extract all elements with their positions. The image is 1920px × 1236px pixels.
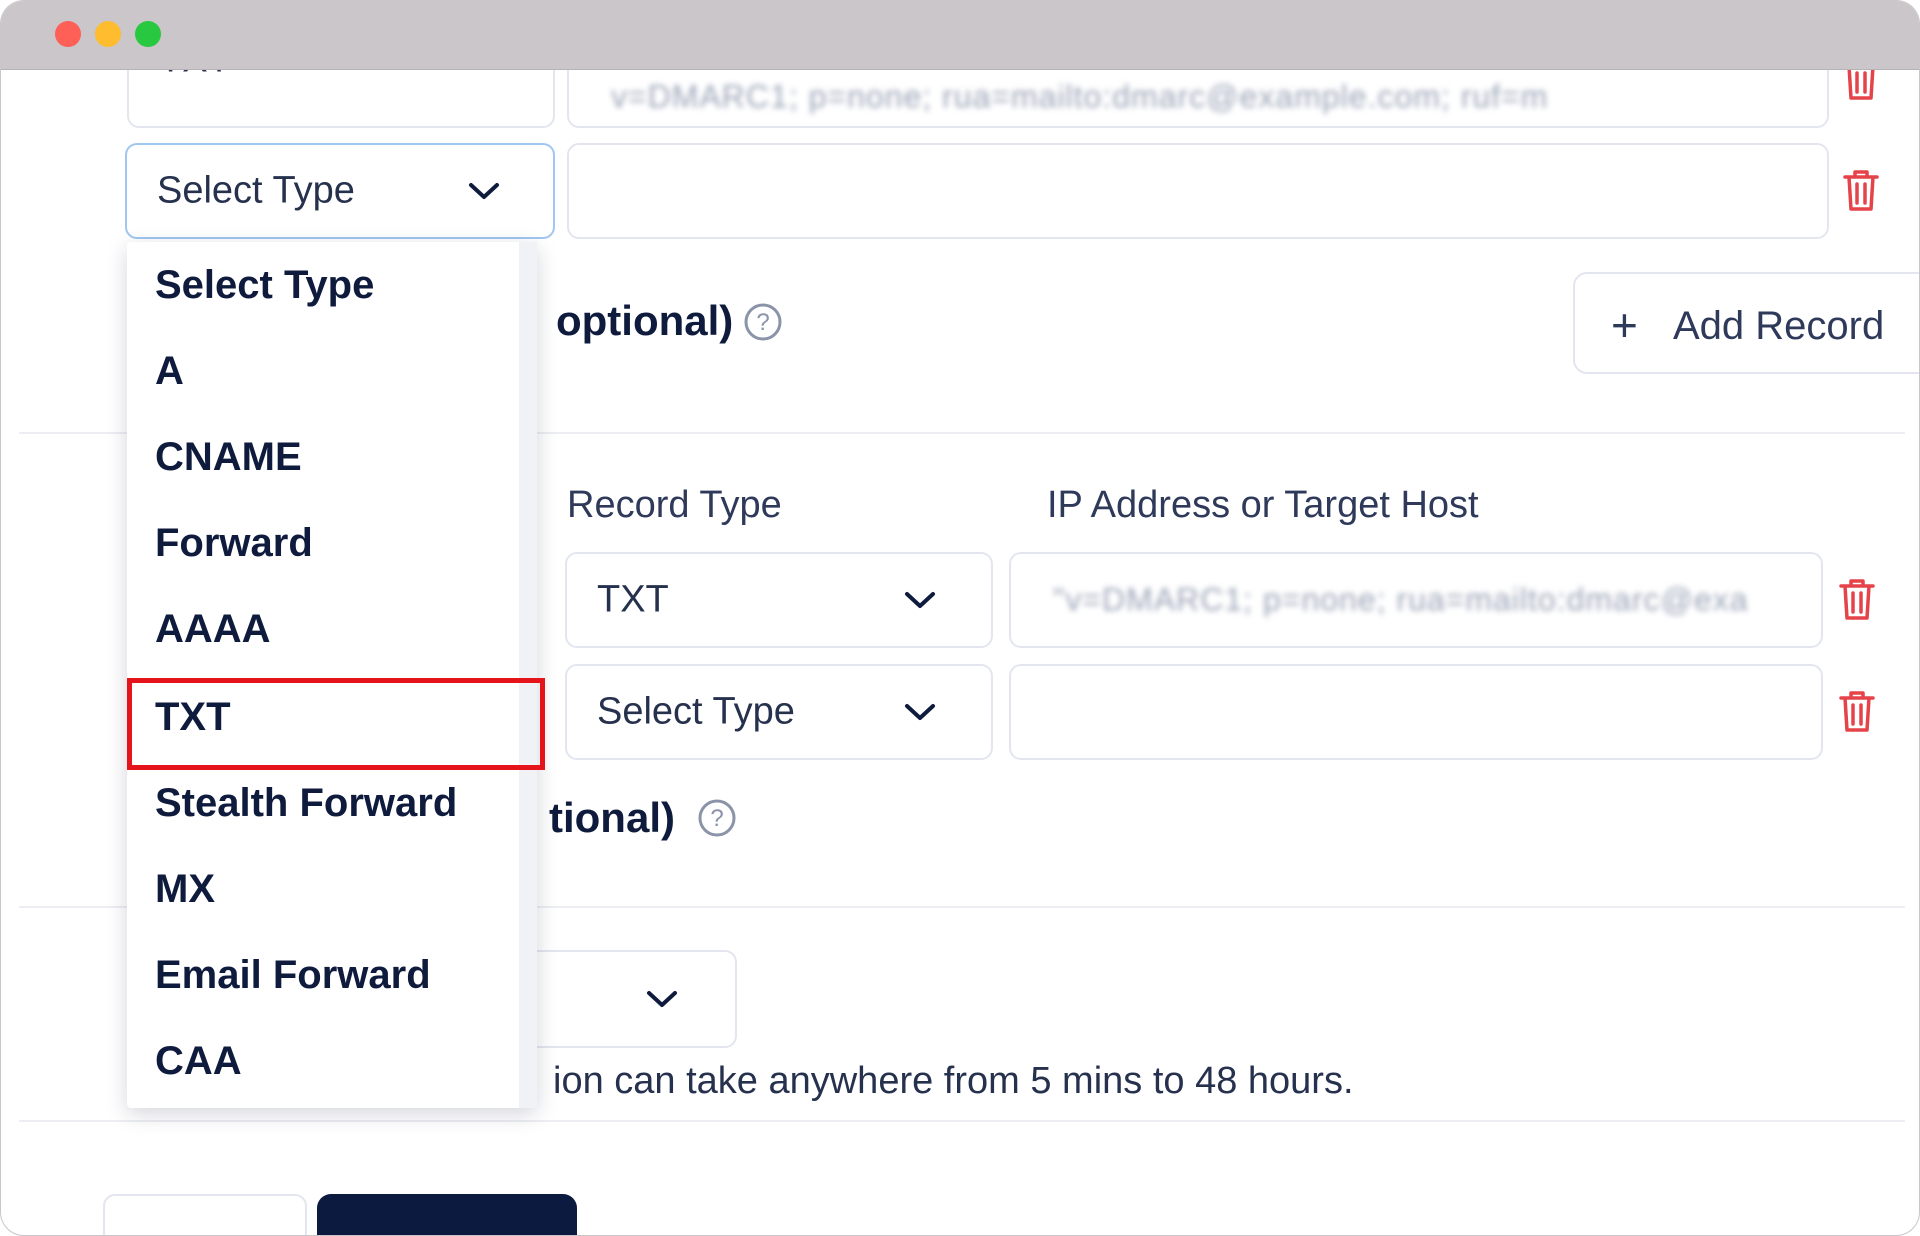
svg-text:?: ? <box>756 309 769 336</box>
chevron-down-icon <box>903 701 937 723</box>
record-type-select-4[interactable]: Select Type <box>565 664 993 760</box>
record-type-value: TXT <box>159 70 231 82</box>
maximize-window-button[interactable] <box>135 21 161 47</box>
record-value-text: v=DMARC1; p=none; rua=mailto:dmarc@examp… <box>611 78 1549 115</box>
target-host-input-1[interactable]: "v=DMARC1; p=none; rua=mailto:dmarc@exa <box>1009 552 1823 648</box>
record-type-select-1[interactable]: TXT <box>127 70 555 128</box>
target-host-input-2[interactable] <box>1009 664 1823 760</box>
add-record-label: Add Record <box>1673 304 1885 348</box>
dropdown-option[interactable]: CAA <box>127 1018 537 1104</box>
chevron-down-icon <box>467 180 501 202</box>
dropdown-option[interactable]: Forward <box>127 500 537 586</box>
record-value-input-1[interactable]: v=DMARC1; p=none; rua=mailto:dmarc@examp… <box>567 70 1829 128</box>
close-window-button[interactable] <box>55 21 81 47</box>
delete-record-icon[interactable] <box>1841 167 1881 213</box>
optional-label: optional) <box>556 297 734 344</box>
chevron-down-icon <box>645 988 679 1010</box>
delete-record-icon[interactable] <box>1837 576 1877 622</box>
delete-record-icon[interactable] <box>1837 688 1877 734</box>
record-type-value: Select Type <box>597 690 795 733</box>
minimize-window-button[interactable] <box>95 21 121 47</box>
record-type-header: Record Type <box>567 484 782 526</box>
dropdown-option[interactable]: A <box>127 328 537 414</box>
save-button[interactable] <box>317 1194 577 1235</box>
cancel-button[interactable] <box>103 1194 307 1235</box>
dropdown-option[interactable]: AAAA <box>127 586 537 672</box>
target-host-text: "v=DMARC1; p=none; rua=mailto:dmarc@exa <box>1053 581 1749 618</box>
title-bar <box>1 1 1919 70</box>
section-divider <box>19 1120 1905 1122</box>
dropdown-option[interactable]: Stealth Forward <box>127 760 537 846</box>
dropdown-option[interactable]: CNAME <box>127 414 537 500</box>
delete-record-icon[interactable] <box>1841 70 1881 102</box>
dropdown-option[interactable]: Email Forward <box>127 932 537 1018</box>
dropdown-option[interactable]: MX <box>127 846 537 932</box>
svg-text:?: ? <box>710 805 723 832</box>
help-icon[interactable]: ? <box>697 798 737 838</box>
dropdown-option-txt[interactable]: TXT <box>127 674 537 760</box>
target-host-header: IP Address or Target Host <box>1047 484 1479 526</box>
optional-label: tional) <box>549 794 675 841</box>
record-value-input-2[interactable] <box>567 143 1829 239</box>
record-type-select-2[interactable]: Select Type <box>125 143 555 239</box>
plus-icon: + <box>1611 299 1638 351</box>
add-record-button[interactable]: + Add Record <box>1573 272 1919 374</box>
record-type-select-3[interactable]: TXT <box>565 552 993 648</box>
browser-window: TXT v=DMARC1; p=none; rua=mailto:dmarc@e… <box>0 0 1920 1236</box>
record-type-dropdown: Select Type A CNAME Forward AAAA TXT Ste… <box>127 242 537 1108</box>
chevron-down-icon <box>903 589 937 611</box>
propagation-note: ion can take anywhere from 5 mins to 48 … <box>553 1060 1354 1102</box>
record-type-value: TXT <box>597 578 669 621</box>
record-type-value: Select Type <box>157 169 355 212</box>
help-icon[interactable]: ? <box>743 302 783 342</box>
dns-records-panel: TXT v=DMARC1; p=none; rua=mailto:dmarc@e… <box>1 70 1919 1235</box>
dropdown-option[interactable]: Select Type <box>127 242 537 328</box>
